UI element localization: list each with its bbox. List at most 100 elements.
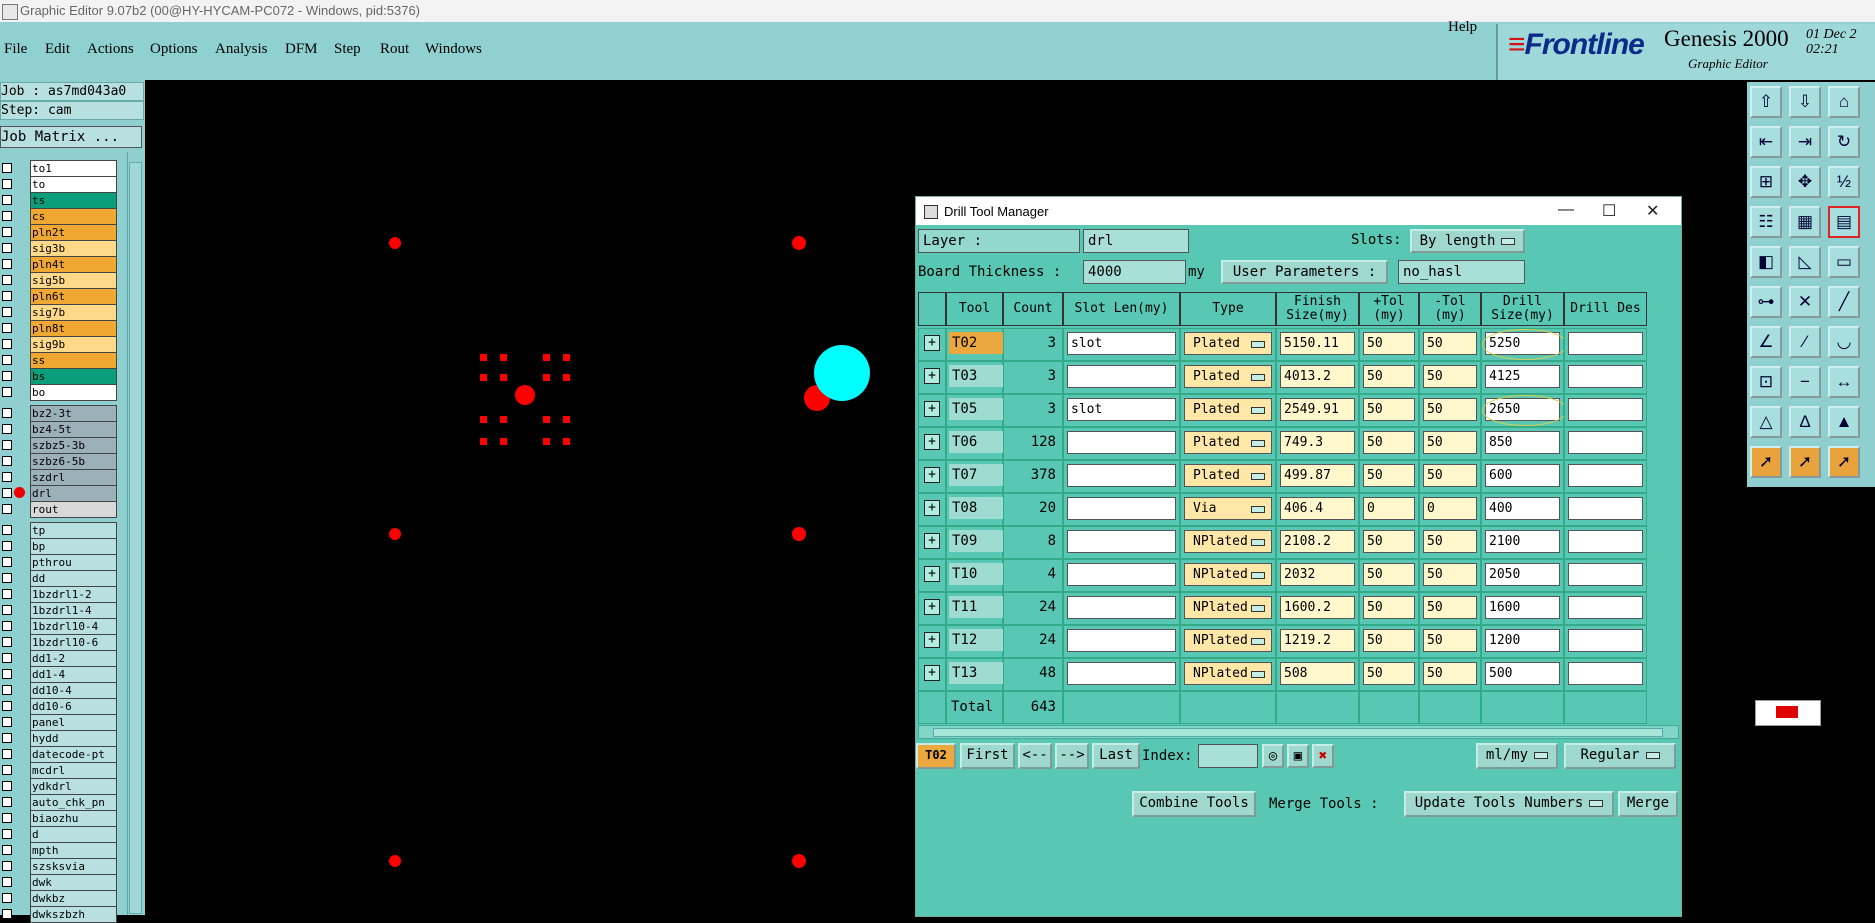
- select-shape-icon[interactable]: ◧: [1750, 246, 1782, 278]
- menu-rout[interactable]: Rout: [380, 41, 409, 58]
- menu-windows[interactable]: Windows: [425, 41, 482, 58]
- update-tools-numbers-dropdown[interactable]: Update Tools Numbers: [1404, 791, 1614, 817]
- des-input[interactable]: [1568, 332, 1643, 355]
- mtol-input[interactable]: 50: [1423, 563, 1477, 586]
- table-hscrollbar[interactable]: [918, 725, 1679, 739]
- layer-row[interactable]: datecode-pt: [0, 746, 118, 763]
- expand-row-button[interactable]: +: [918, 592, 946, 625]
- table-icon[interactable]: ▣: [1287, 744, 1309, 768]
- drill-input[interactable]: 4125: [1485, 365, 1560, 388]
- layer-name[interactable]: mpth: [30, 842, 117, 859]
- zoom-down-icon[interactable]: ⇩: [1789, 86, 1821, 118]
- des-input[interactable]: [1568, 464, 1643, 487]
- layer-row[interactable]: ts: [0, 192, 118, 209]
- layer-name[interactable]: to1: [30, 160, 117, 177]
- layer-row[interactable]: to1: [0, 160, 118, 177]
- type-dropdown[interactable]: Plated: [1184, 431, 1272, 454]
- layer-row[interactable]: mcdrl: [0, 762, 118, 779]
- last-button[interactable]: Last: [1092, 743, 1140, 769]
- ptol-input[interactable]: 50: [1363, 629, 1415, 652]
- layer-checkbox[interactable]: [2, 877, 12, 887]
- layer-checkbox[interactable]: [2, 861, 12, 871]
- layer-checkbox[interactable]: [2, 424, 12, 434]
- slot-input[interactable]: [1067, 629, 1176, 652]
- layer-row[interactable]: dd1-4: [0, 666, 118, 683]
- layer-checkbox[interactable]: [2, 573, 12, 583]
- slot-input[interactable]: slot: [1067, 398, 1176, 421]
- drill-input[interactable]: 850: [1485, 431, 1560, 454]
- finish-input[interactable]: 749.3: [1280, 431, 1355, 454]
- expand-row-button[interactable]: +: [918, 361, 946, 394]
- maximize-icon[interactable]: ☐: [1602, 201, 1616, 221]
- layer-row[interactable]: pln8t: [0, 320, 118, 337]
- tool-cell[interactable]: T06: [946, 427, 1005, 460]
- index-field[interactable]: [1198, 744, 1258, 768]
- layer-checkbox[interactable]: [2, 227, 12, 237]
- layer-name[interactable]: szsksvia: [30, 858, 117, 875]
- layer-row[interactable]: pthrou: [0, 554, 118, 571]
- layer-row[interactable]: tp: [0, 522, 118, 539]
- layer-checkbox[interactable]: [2, 781, 12, 791]
- tool-cell[interactable]: T02: [946, 328, 1005, 361]
- layer-name[interactable]: 1bzdrl1-4: [30, 602, 117, 619]
- layer-row[interactable]: bp: [0, 538, 118, 555]
- finish-input[interactable]: 508: [1280, 662, 1355, 685]
- layer-name[interactable]: auto_chk_pn: [30, 794, 117, 811]
- mtol-input[interactable]: 50: [1423, 431, 1477, 454]
- ptol-input[interactable]: 50: [1363, 332, 1415, 355]
- finish-input[interactable]: 2549.91: [1280, 398, 1355, 421]
- layer-row[interactable]: ss: [0, 352, 118, 369]
- ptol-input[interactable]: 0: [1363, 497, 1415, 520]
- tool-cell[interactable]: T03: [946, 361, 1005, 394]
- layer-name[interactable]: bs: [30, 368, 117, 385]
- layer-row[interactable]: to: [0, 176, 118, 193]
- layer-row[interactable]: sig7b: [0, 304, 118, 321]
- mtol-input[interactable]: 50: [1423, 596, 1477, 619]
- home-icon[interactable]: ⌂: [1828, 86, 1860, 118]
- layer-row[interactable]: dd: [0, 570, 118, 587]
- expand-row-button[interactable]: +: [918, 658, 946, 691]
- mtol-input[interactable]: 50: [1423, 662, 1477, 685]
- layer-checkbox[interactable]: [2, 472, 12, 482]
- type-dropdown[interactable]: Plated: [1184, 464, 1272, 487]
- layer-name[interactable]: dwkbz: [30, 890, 117, 907]
- menu-step[interactable]: Step: [334, 41, 361, 58]
- layer-field[interactable]: drl: [1083, 229, 1189, 253]
- menu-edit[interactable]: Edit: [45, 41, 70, 58]
- rotate-icon[interactable]: ↻: [1828, 126, 1860, 158]
- layer-row[interactable]: 1bzdrl10-6: [0, 634, 118, 651]
- menu-options[interactable]: Options: [150, 41, 198, 58]
- layer-name[interactable]: sig5b: [30, 272, 117, 289]
- menu-dfm[interactable]: DFM: [285, 41, 318, 58]
- layer-row[interactable]: dwk: [0, 874, 118, 891]
- close-icon[interactable]: ✕: [1646, 201, 1659, 221]
- layer-row[interactable]: rout: [0, 501, 118, 518]
- drill-input[interactable]: 2650: [1482, 395, 1568, 426]
- layer-name[interactable]: pln4t: [30, 256, 117, 273]
- tool-cell[interactable]: T05: [946, 394, 1005, 427]
- menu-file[interactable]: File: [4, 41, 27, 58]
- expand-row-button[interactable]: +: [918, 526, 946, 559]
- layer-row[interactable]: 1bzdrl10-4: [0, 618, 118, 635]
- tool-cell[interactable]: T10: [946, 559, 1005, 592]
- layer-name[interactable]: szdrl: [30, 469, 117, 486]
- layer-name[interactable]: 1bzdrl10-4: [30, 618, 117, 635]
- scale-1-2-icon[interactable]: ½: [1828, 166, 1860, 198]
- layer-scrollbar[interactable]: [127, 152, 142, 915]
- tool-cell[interactable]: T13: [946, 658, 1005, 691]
- layer-checkbox[interactable]: [2, 259, 12, 269]
- layer-row[interactable]: 1bzdrl1-2: [0, 586, 118, 603]
- layer-name[interactable]: sig3b: [30, 240, 117, 257]
- finish-input[interactable]: 1600.2: [1280, 596, 1355, 619]
- type-dropdown[interactable]: NPlated: [1184, 629, 1272, 652]
- layer-name[interactable]: dd10-4: [30, 682, 117, 699]
- des-input[interactable]: [1568, 398, 1643, 421]
- first-button[interactable]: First: [960, 743, 1015, 769]
- clear-icon[interactable]: ✖: [1312, 744, 1334, 768]
- tool-cell[interactable]: T07: [946, 460, 1005, 493]
- des-input[interactable]: [1568, 596, 1643, 619]
- layer-checkbox[interactable]: [2, 685, 12, 695]
- dash-icon[interactable]: −: [1789, 366, 1821, 398]
- layer-checkbox[interactable]: [2, 408, 12, 418]
- snap-icon[interactable]: ☷: [1750, 206, 1782, 238]
